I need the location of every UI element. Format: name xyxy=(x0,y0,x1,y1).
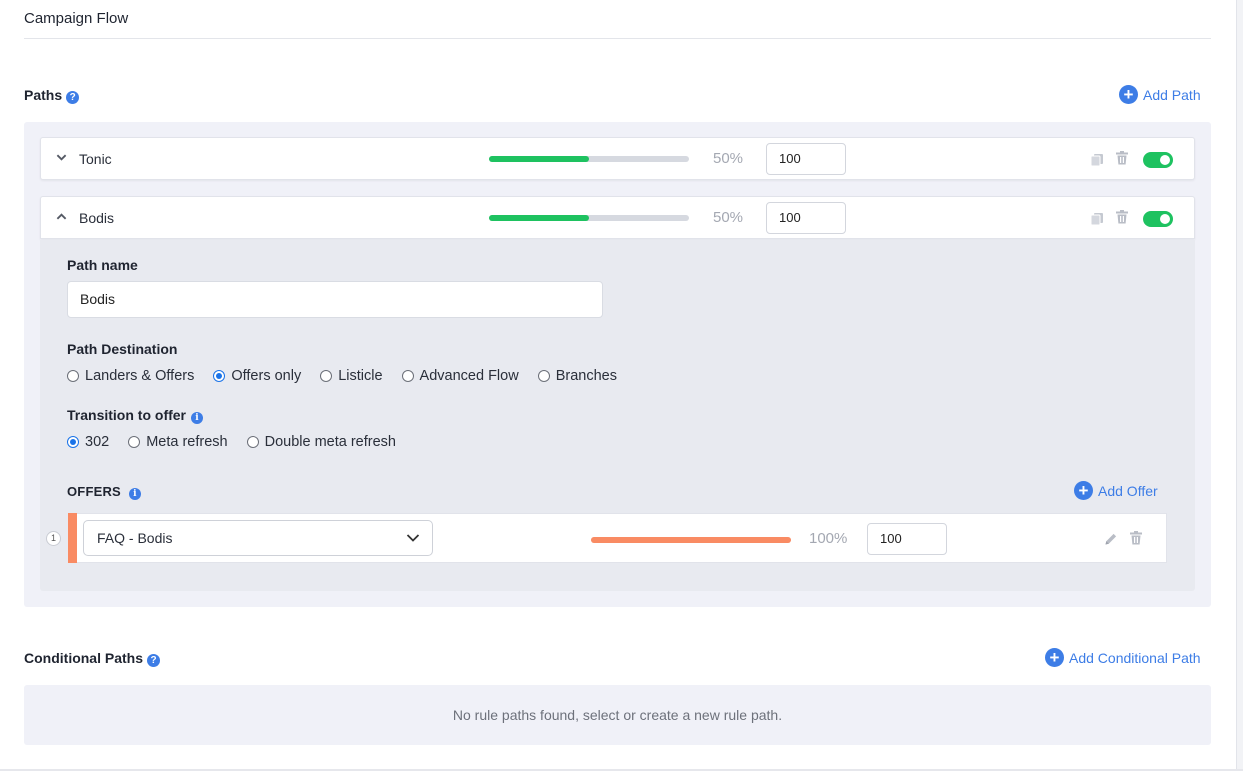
path-enabled-toggle[interactable] xyxy=(1143,211,1173,227)
radio-button[interactable] xyxy=(67,370,79,382)
path-progress-fill xyxy=(489,215,589,221)
plus-circle-icon: + xyxy=(1119,85,1138,104)
destination-option-branches[interactable]: Branches xyxy=(537,368,617,384)
path-row-bodis[interactable]: Bodis 50% 100 xyxy=(40,196,1195,239)
transition-option-double-meta-refresh[interactable]: Double meta refresh xyxy=(246,434,396,450)
destination-option-landers-offers[interactable]: Landers & Offers xyxy=(67,368,194,384)
page-title: Campaign Flow xyxy=(24,10,129,27)
info-icon[interactable]: i xyxy=(191,412,203,424)
path-weight-input[interactable]: 100 xyxy=(766,202,846,234)
question-circle-icon[interactable]: ? xyxy=(147,654,160,667)
radio-button[interactable] xyxy=(246,436,259,448)
question-circle-icon[interactable]: ? xyxy=(66,91,80,104)
add-path-button[interactable]: + Add Path xyxy=(1119,85,1201,104)
path-progress-fill xyxy=(489,156,589,162)
offer-index-badge: 1 xyxy=(46,531,61,546)
plus-circle-icon: + xyxy=(1074,481,1093,500)
path-name-label: Path name xyxy=(67,257,138,273)
offer-color-accent xyxy=(68,513,77,563)
trash-icon[interactable] xyxy=(1115,151,1129,165)
info-icon[interactable]: i xyxy=(128,488,141,500)
path-row-tonic[interactable]: Tonic 50% 100 xyxy=(40,137,1195,180)
radio-button[interactable] xyxy=(537,370,550,382)
transition-option-meta-refresh[interactable]: Meta refresh xyxy=(128,434,228,450)
paths-header: Paths? xyxy=(24,87,80,104)
pencil-icon[interactable] xyxy=(1104,532,1118,546)
add-conditional-path-button[interactable]: + Add Conditional Path xyxy=(1045,648,1201,667)
transition-label: Transition to offer i xyxy=(67,407,203,424)
offer-row: FAQ - Bodis 100% 100 xyxy=(68,513,1167,563)
offer-weight-input[interactable]: 100 xyxy=(867,523,947,555)
add-conditional-path-label: Add Conditional Path xyxy=(1069,649,1201,666)
page-scrollbar[interactable] xyxy=(1236,0,1243,771)
chevron-down-icon[interactable] xyxy=(56,152,67,163)
trash-icon[interactable] xyxy=(1129,531,1143,545)
trash-icon[interactable] xyxy=(1115,210,1129,224)
toggle-knob xyxy=(1160,214,1170,224)
add-offer-button[interactable]: + Add Offer xyxy=(1074,481,1158,500)
radio-button[interactable] xyxy=(320,370,333,382)
conditional-paths-panel: No rule paths found, select or create a … xyxy=(24,685,1211,745)
paths-title: Paths xyxy=(24,87,63,103)
chevron-up-icon[interactable] xyxy=(56,211,67,222)
destination-option-offers-only[interactable]: Offers only xyxy=(213,368,301,384)
add-path-label: Add Path xyxy=(1143,86,1201,103)
path-destination-label: Path Destination xyxy=(67,341,178,357)
path-enabled-toggle[interactable] xyxy=(1143,152,1173,168)
path-name: Tonic xyxy=(79,151,112,167)
empty-state-message: No rule paths found, select or create a … xyxy=(452,707,783,723)
path-percent: 50% xyxy=(713,209,744,226)
path-progress-bar xyxy=(489,156,689,162)
offer-select-value: FAQ - Bodis xyxy=(97,530,173,546)
offers-header: OFFERS i xyxy=(67,484,141,500)
path-name: Bodis xyxy=(79,210,115,226)
conditional-paths-header: Conditional Paths? xyxy=(24,650,160,667)
radio-button[interactable] xyxy=(401,370,414,382)
path-percent: 50% xyxy=(713,150,744,167)
title-divider xyxy=(24,38,1211,39)
copy-icon[interactable] xyxy=(1090,153,1104,167)
destination-option-listicle[interactable]: Listicle xyxy=(320,368,383,384)
radio-button-selected[interactable] xyxy=(213,370,226,382)
transition-option-302[interactable]: 302 xyxy=(67,434,109,450)
add-offer-label: Add Offer xyxy=(1098,482,1158,499)
destination-option-advanced-flow[interactable]: Advanced Flow xyxy=(401,368,519,384)
radio-button[interactable] xyxy=(128,436,141,448)
copy-icon[interactable] xyxy=(1090,212,1104,226)
path-name-input[interactable]: Bodis xyxy=(67,281,603,318)
radio-button-selected[interactable] xyxy=(67,436,79,448)
plus-circle-icon: + xyxy=(1045,648,1064,667)
path-progress-bar xyxy=(489,215,689,221)
transition-options: 302 Meta refresh Double meta refresh xyxy=(67,434,415,450)
chevron-down-icon xyxy=(406,534,420,542)
offer-progress-bar xyxy=(591,537,791,543)
offer-percent: 100% xyxy=(809,530,848,547)
offer-select[interactable]: FAQ - Bodis xyxy=(83,520,433,556)
conditional-paths-title: Conditional Paths xyxy=(24,650,143,666)
offer-progress-fill xyxy=(591,537,791,543)
toggle-knob xyxy=(1160,155,1170,165)
path-weight-input[interactable]: 100 xyxy=(766,143,846,175)
path-destination-options: Landers & Offers Offers only Listicle Ad… xyxy=(67,368,636,384)
